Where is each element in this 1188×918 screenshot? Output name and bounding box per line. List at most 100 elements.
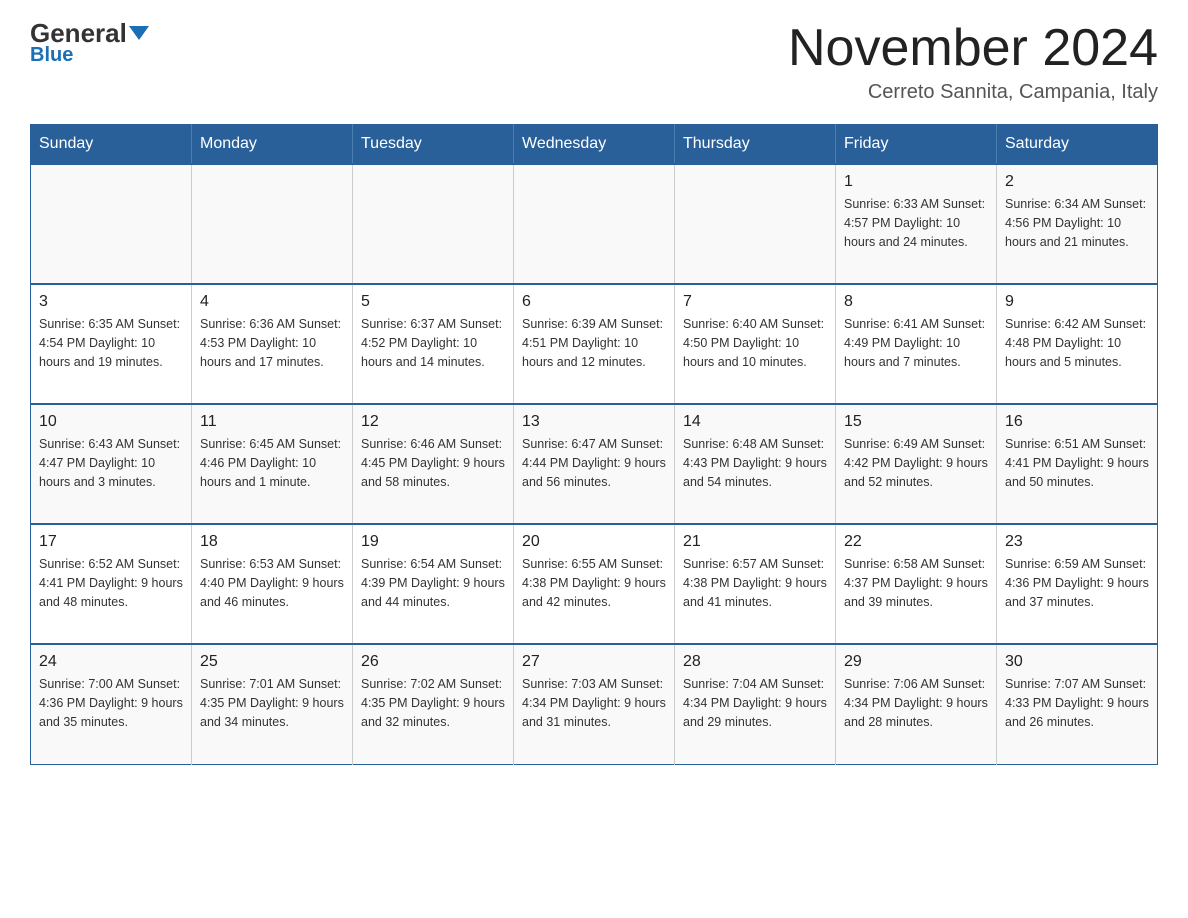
calendar-cell [192,164,353,284]
day-number: 6 [522,293,666,311]
calendar-cell: 9Sunrise: 6:42 AM Sunset: 4:48 PM Daylig… [997,284,1158,404]
calendar-cell: 24 Sunrise: 7:00 AM Sunset: 4:36 PM Dayli… [31,644,192,764]
location-title: Cerreto Sannita, Campania, Italy [788,81,1158,104]
calendar-cell: 5 Sunrise: 6:37 AM Sunset: 4:52 PM Daylig… [353,284,514,404]
day-number: 1 [844,173,988,191]
month-title: November 2024 [788,20,1158,77]
day-info: Sunrise: 6:43 AM Sunset: 4:47 PM Dayligh… [39,435,183,491]
calendar-cell [675,164,836,284]
day-info: Sunrise: 7:07 AM Sunset: 4:33 PM Dayligh… [1005,675,1149,731]
day-number: 17 [39,533,183,551]
calendar-cell: 11Sunrise: 6:45 AM Sunset: 4:46 PM Dayli… [192,404,353,524]
day-number: 2 [1005,173,1149,191]
day-number: 7 [683,293,827,311]
logo: General Blue [30,20,149,67]
calendar-week-row: 3Sunrise: 6:35 AM Sunset: 4:54 PM Daylig… [31,284,1158,404]
day-info: Sunrise: 6:39 AM Sunset: 4:51 PM Dayligh… [522,315,666,371]
calendar-cell: 14Sunrise: 6:48 AM Sunset: 4:43 PM Dayli… [675,404,836,524]
day-info: Sunrise: 6:58 AM Sunset: 4:37 PM Dayligh… [844,555,988,611]
day-info: Sunrise: 6:53 AM Sunset: 4:40 PM Dayligh… [200,555,344,611]
day-number: 16 [1005,413,1149,431]
logo-triangle-icon [129,26,149,40]
calendar-cell: 16 Sunrise: 6:51 AM Sunset: 4:41 PM Dayli… [997,404,1158,524]
day-number: 18 [200,533,344,551]
calendar-cell: 2 Sunrise: 6:34 AM Sunset: 4:56 PM Daylig… [997,164,1158,284]
weekday-header-thursday: Thursday [675,125,836,165]
calendar-cell: 17 Sunrise: 6:52 AM Sunset: 4:41 PM Dayli… [31,524,192,644]
calendar-cell [514,164,675,284]
day-info: Sunrise: 6:36 AM Sunset: 4:53 PM Dayligh… [200,315,344,371]
calendar-cell: 1 Sunrise: 6:33 AM Sunset: 4:57 PM Daylig… [836,164,997,284]
day-info: Sunrise: 7:02 AM Sunset: 4:35 PM Dayligh… [361,675,505,731]
day-info: Sunrise: 6:51 AM Sunset: 4:41 PM Dayligh… [1005,435,1149,491]
day-number: 24 [39,653,183,671]
calendar-cell: 30Sunrise: 7:07 AM Sunset: 4:33 PM Dayli… [997,644,1158,764]
weekday-header-friday: Friday [836,125,997,165]
day-number: 19 [361,533,505,551]
calendar-table: SundayMondayTuesdayWednesdayThursdayFrid… [30,124,1158,765]
page-header: General Blue November 2024 Cerreto Sanni… [30,20,1158,104]
day-info: Sunrise: 7:00 AM Sunset: 4:36 PM Dayligh… [39,675,183,731]
day-info: Sunrise: 6:35 AM Sunset: 4:54 PM Dayligh… [39,315,183,371]
calendar-cell: 27Sunrise: 7:03 AM Sunset: 4:34 PM Dayli… [514,644,675,764]
calendar-cell: 29 Sunrise: 7:06 AM Sunset: 4:34 PM Dayli… [836,644,997,764]
day-number: 20 [522,533,666,551]
day-info: Sunrise: 6:57 AM Sunset: 4:38 PM Dayligh… [683,555,827,611]
calendar-cell: 12 Sunrise: 6:46 AM Sunset: 4:45 PM Dayli… [353,404,514,524]
day-info: Sunrise: 6:49 AM Sunset: 4:42 PM Dayligh… [844,435,988,491]
day-info: Sunrise: 6:54 AM Sunset: 4:39 PM Dayligh… [361,555,505,611]
calendar-cell: 6 Sunrise: 6:39 AM Sunset: 4:51 PM Daylig… [514,284,675,404]
day-info: Sunrise: 7:03 AM Sunset: 4:34 PM Dayligh… [522,675,666,731]
day-info: Sunrise: 6:33 AM Sunset: 4:57 PM Dayligh… [844,195,988,251]
title-block: November 2024 Cerreto Sannita, Campania,… [788,20,1158,104]
day-info: Sunrise: 6:40 AM Sunset: 4:50 PM Dayligh… [683,315,827,371]
day-info: Sunrise: 6:47 AM Sunset: 4:44 PM Dayligh… [522,435,666,491]
day-info: Sunrise: 6:46 AM Sunset: 4:45 PM Dayligh… [361,435,505,491]
calendar-cell: 20Sunrise: 6:55 AM Sunset: 4:38 PM Dayli… [514,524,675,644]
day-number: 12 [361,413,505,431]
calendar-header-row: SundayMondayTuesdayWednesdayThursdayFrid… [31,125,1158,165]
day-info: Sunrise: 6:52 AM Sunset: 4:41 PM Dayligh… [39,555,183,611]
day-info: Sunrise: 6:37 AM Sunset: 4:52 PM Dayligh… [361,315,505,371]
day-number: 29 [844,653,988,671]
day-number: 26 [361,653,505,671]
day-number: 13 [522,413,666,431]
calendar-week-row: 17 Sunrise: 6:52 AM Sunset: 4:41 PM Dayli… [31,524,1158,644]
day-number: 21 [683,533,827,551]
calendar-cell: 13 Sunrise: 6:47 AM Sunset: 4:44 PM Dayli… [514,404,675,524]
day-info: Sunrise: 6:34 AM Sunset: 4:56 PM Dayligh… [1005,195,1149,251]
day-number: 22 [844,533,988,551]
day-number: 4 [200,293,344,311]
calendar-cell: 22 Sunrise: 6:58 AM Sunset: 4:37 PM Dayli… [836,524,997,644]
calendar-cell: 21 Sunrise: 6:57 AM Sunset: 4:38 PM Dayli… [675,524,836,644]
calendar-cell: 10Sunrise: 6:43 AM Sunset: 4:47 PM Dayli… [31,404,192,524]
day-info: Sunrise: 6:41 AM Sunset: 4:49 PM Dayligh… [844,315,988,371]
weekday-header-monday: Monday [192,125,353,165]
calendar-cell: 26 Sunrise: 7:02 AM Sunset: 4:35 PM Dayli… [353,644,514,764]
weekday-header-tuesday: Tuesday [353,125,514,165]
logo-blue: Blue [30,44,73,67]
weekday-header-sunday: Sunday [31,125,192,165]
day-info: Sunrise: 7:04 AM Sunset: 4:34 PM Dayligh… [683,675,827,731]
weekday-header-saturday: Saturday [997,125,1158,165]
day-number: 15 [844,413,988,431]
day-number: 28 [683,653,827,671]
calendar-cell: 15 Sunrise: 6:49 AM Sunset: 4:42 PM Dayli… [836,404,997,524]
day-number: 25 [200,653,344,671]
calendar-cell: 8 Sunrise: 6:41 AM Sunset: 4:49 PM Daylig… [836,284,997,404]
day-info: Sunrise: 6:45 AM Sunset: 4:46 PM Dayligh… [200,435,344,491]
calendar-cell: 23Sunrise: 6:59 AM Sunset: 4:36 PM Dayli… [997,524,1158,644]
day-number: 14 [683,413,827,431]
day-number: 8 [844,293,988,311]
calendar-week-row: 1 Sunrise: 6:33 AM Sunset: 4:57 PM Daylig… [31,164,1158,284]
day-info: Sunrise: 7:06 AM Sunset: 4:34 PM Dayligh… [844,675,988,731]
calendar-cell: 28 Sunrise: 7:04 AM Sunset: 4:34 PM Dayli… [675,644,836,764]
calendar-week-row: 10Sunrise: 6:43 AM Sunset: 4:47 PM Dayli… [31,404,1158,524]
day-number: 5 [361,293,505,311]
weekday-header-wednesday: Wednesday [514,125,675,165]
calendar-cell: 3Sunrise: 6:35 AM Sunset: 4:54 PM Daylig… [31,284,192,404]
calendar-cell: 4 Sunrise: 6:36 AM Sunset: 4:53 PM Daylig… [192,284,353,404]
calendar-cell [353,164,514,284]
day-number: 9 [1005,293,1149,311]
calendar-cell: 19 Sunrise: 6:54 AM Sunset: 4:39 PM Dayli… [353,524,514,644]
